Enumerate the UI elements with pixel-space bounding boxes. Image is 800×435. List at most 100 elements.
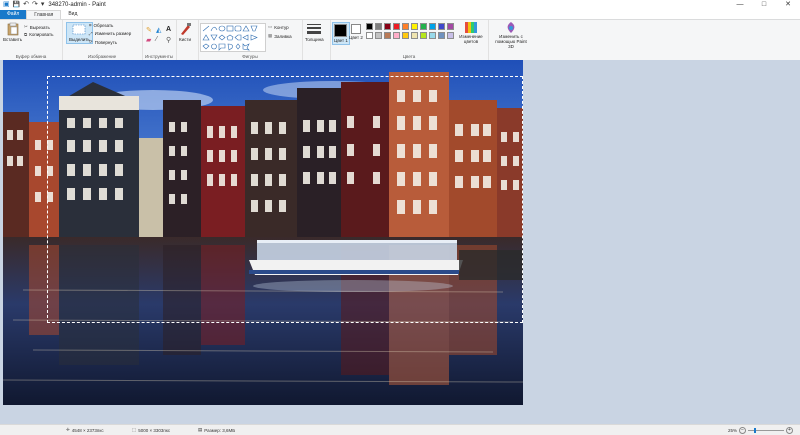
colors-group: Цвет 1 Цвет 2 Изменение цветов Цвета — [330, 20, 489, 60]
pencil-icon[interactable]: ✎ — [146, 26, 152, 34]
palette-swatch[interactable] — [447, 32, 454, 39]
color1-swatch — [334, 24, 348, 37]
zoom-controls: 25% − + — [728, 427, 794, 434]
color2-button[interactable]: Цвет 2 — [349, 24, 363, 40]
file-size: ▤ Размер: 3,6МБ — [198, 427, 235, 433]
size-button[interactable]: Толщина — [305, 22, 324, 42]
eraser-icon[interactable]: ▰ — [146, 36, 151, 44]
palette-swatch[interactable] — [393, 32, 400, 39]
undo-icon[interactable]: ↶ — [23, 0, 29, 10]
rotate-icon: ⟳ — [89, 39, 93, 44]
zoom-level-text: 25% — [728, 428, 738, 433]
size-label: Толщина — [305, 37, 324, 42]
paste-label: Вставить — [3, 37, 23, 42]
color1-button[interactable]: Цвет 1 — [332, 22, 350, 45]
paste-icon — [7, 22, 18, 36]
color2-swatch — [350, 24, 361, 34]
zoom-slider-thumb[interactable] — [753, 428, 756, 433]
palette-swatch[interactable] — [366, 23, 373, 30]
shapes-gallery[interactable] — [200, 23, 266, 52]
crop-label: Обрезать — [93, 23, 114, 28]
redo-icon[interactable]: ↷ — [32, 0, 38, 10]
selection-rectangle[interactable] — [47, 76, 523, 323]
magnifier-icon[interactable]: ⚲ — [166, 36, 171, 44]
paint3d-label: Изменить с помощью Paint 3D — [495, 34, 527, 49]
resize-button[interactable]: ⤢ Изменить размер — [89, 31, 131, 36]
selection-size: ⬚ 5000 × 3303пкс — [132, 427, 170, 433]
palette-swatch[interactable] — [411, 23, 418, 30]
fill-label: Заливка — [274, 33, 292, 39]
shapes-group: ▭ Контур ▩ Заливка Фигуры — [198, 20, 303, 60]
selection-size-text: 5000 × 3303пкс — [138, 427, 171, 433]
size-group: Толщина — [302, 20, 331, 60]
text-tool-icon[interactable]: A — [166, 26, 171, 33]
crop-icon: ⌗ — [89, 23, 92, 28]
zoom-slider[interactable] — [748, 428, 785, 433]
palette-swatch[interactable] — [429, 32, 436, 39]
clipboard-group-label: Буфер обмена — [15, 54, 47, 59]
canvas-area[interactable] — [0, 60, 800, 424]
edit-colors-button[interactable]: Изменение цветов — [456, 22, 486, 44]
maximize-button[interactable]: □ — [752, 0, 776, 10]
close-button[interactable]: ✕ — [776, 0, 800, 10]
tools-group: ✎ ◭ A ▰ ⁄ ⚲ Инструменты — [142, 20, 177, 60]
palette-swatch[interactable] — [375, 32, 382, 39]
palette-swatch[interactable] — [384, 32, 391, 39]
colors-group-label: Цвета — [402, 54, 416, 59]
palette-swatch[interactable] — [420, 23, 427, 30]
scissors-icon: ✂ — [24, 24, 28, 29]
zoom-out-button[interactable]: − — [739, 427, 747, 434]
window-title: 348270-admin - Paint — [48, 2, 106, 8]
outline-button[interactable]: ▭ Контур — [268, 24, 289, 30]
minimize-button[interactable]: — — [728, 0, 752, 10]
palette-swatch[interactable] — [402, 32, 409, 39]
color-picker-icon[interactable]: ⁄ — [156, 36, 157, 43]
zoom-in-button[interactable]: + — [786, 427, 794, 434]
outline-icon: ▭ — [268, 24, 273, 29]
paste-button[interactable]: Вставить — [3, 22, 22, 42]
fill-bucket-icon[interactable]: ◭ — [156, 26, 161, 34]
cut-label: Вырезать — [29, 24, 50, 30]
palette-swatch[interactable] — [375, 23, 382, 30]
canvas-image[interactable] — [3, 60, 523, 405]
palette-swatch[interactable] — [384, 23, 391, 30]
tab-file[interactable]: Файл — [0, 10, 27, 19]
copy-icon: ⧉ — [24, 32, 28, 37]
palette-swatch[interactable] — [402, 23, 409, 30]
selection-size-icon: ⬚ — [132, 427, 137, 432]
palette-swatch[interactable] — [420, 32, 427, 39]
resize-label: Изменить размер — [94, 31, 132, 36]
cursor-position-icon: ✛ — [66, 427, 70, 432]
palette-swatch[interactable] — [411, 32, 418, 39]
color2-label: Цвет 2 — [349, 35, 363, 40]
cursor-position: ✛ 4548 × 2373пкс — [66, 427, 104, 433]
palette-swatch[interactable] — [393, 23, 400, 30]
file-size-icon: ▤ — [198, 427, 203, 432]
quick-access-dropdown-icon[interactable]: ▾ — [41, 0, 45, 10]
color-palette — [366, 23, 462, 43]
tools-group-label: Инструменты — [144, 54, 174, 59]
palette-swatch[interactable] — [438, 23, 445, 30]
quick-access-toolbar: ▣ 💾 ↶ ↷ ▾ — [0, 0, 44, 10]
brushes-button[interactable]: Кисти — [178, 22, 192, 42]
tab-home[interactable]: Главная — [26, 10, 62, 19]
palette-swatch[interactable] — [438, 32, 445, 39]
clipboard-group: Вставить ✂ Вырезать ⧉ Копировать Буфер о… — [0, 20, 63, 60]
paint-app-icon: ▣ — [3, 1, 10, 8]
palette-swatch[interactable] — [447, 23, 454, 30]
cut-button[interactable]: ✂ Вырезать — [24, 24, 50, 30]
save-icon[interactable]: 💾 — [13, 0, 20, 10]
tab-view[interactable]: Вид — [61, 10, 84, 19]
palette-swatch[interactable] — [429, 23, 436, 30]
shapes-gallery-icons — [202, 25, 258, 51]
fill-button[interactable]: ▩ Заливка — [268, 33, 292, 39]
color1-label: Цвет 1 — [334, 38, 348, 43]
rotate-label: Повернуть — [94, 39, 118, 45]
crop-button[interactable]: ⌗ Обрезать — [89, 23, 113, 28]
rotate-button[interactable]: ⟳ Повернуть — [89, 39, 117, 45]
status-bar: ✛ 4548 × 2373пкс ⬚ 5000 × 3303пкс ▤ Разм… — [0, 424, 800, 435]
copy-button[interactable]: ⧉ Копировать — [24, 32, 53, 37]
paint3d-button[interactable]: Изменить с помощью Paint 3D — [494, 22, 528, 49]
palette-swatch[interactable] — [366, 32, 373, 39]
title-bar: ▣ 💾 ↶ ↷ ▾ 348270-admin - Paint — □ ✕ — [0, 0, 800, 10]
